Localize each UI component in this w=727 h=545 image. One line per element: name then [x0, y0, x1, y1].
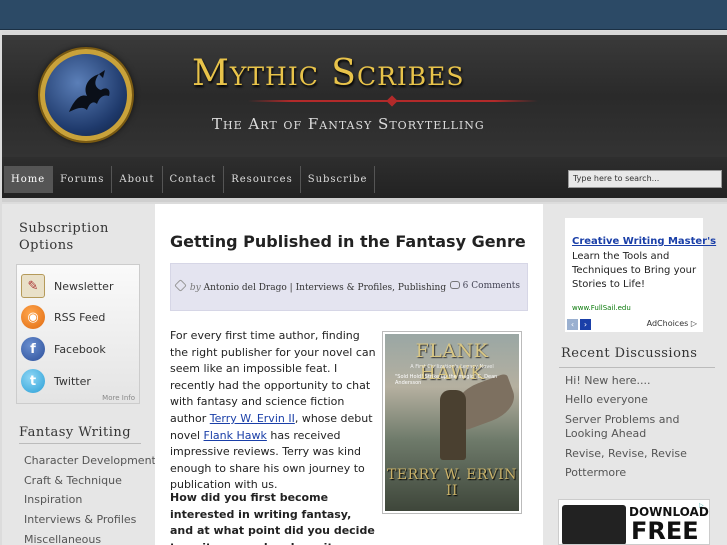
post-author-link[interactable]: Antonio del Drago: [204, 283, 287, 293]
twitter-icon: t: [21, 369, 45, 393]
twitter-label: Twitter: [54, 374, 91, 388]
book-author: TERRY W. ERVIN II: [387, 467, 517, 499]
subscribe-rss[interactable]: ◉ RSS Feed: [21, 304, 105, 330]
post-meta: by Antonio del Drago | Interviews & Prof…: [170, 263, 528, 311]
right-sidebar: Creative Writing Master's Learn the Tool…: [543, 204, 727, 545]
discussion-revise[interactable]: Revise, Revise, Revise: [565, 445, 717, 465]
ad-text: Learn the Tools and Techniques to Bring …: [572, 251, 697, 290]
nav-resources[interactable]: Resources: [224, 166, 301, 193]
adchoices-icon: ▷: [690, 319, 697, 328]
banner-line2: FREE: [631, 517, 699, 545]
more-info-link[interactable]: More Info: [102, 394, 135, 402]
recent-discussions-heading: Recent Discussions: [561, 346, 698, 361]
rss-label: RSS Feed: [54, 310, 106, 324]
category-character-development[interactable]: Character Development: [24, 451, 156, 471]
ad-prev-button[interactable]: ‹: [567, 319, 578, 330]
discussion-hello-everyone[interactable]: Hello everyone: [565, 392, 717, 412]
nav-forums[interactable]: Forums: [53, 166, 113, 193]
pencil-icon: [174, 279, 187, 292]
interview-question: How did you first become interested in w…: [170, 491, 375, 545]
ad-next-button[interactable]: ›: [580, 319, 591, 330]
sidebar-divider: [19, 443, 141, 444]
subscribe-twitter[interactable]: t Twitter: [21, 368, 91, 394]
post-body-text-1: For every first time author, finding the…: [170, 329, 376, 425]
facebook-label: Facebook: [54, 342, 106, 356]
recent-discussions-list: Hi! New here.... Hello everyone Server P…: [565, 372, 717, 484]
book-cover-image[interactable]: FLANK HAWK A First Civilization's Legacy…: [382, 331, 522, 514]
novel-link[interactable]: Flank Hawk: [204, 429, 267, 442]
adchoices-label: AdChoices: [646, 319, 689, 328]
nav-contact[interactable]: Contact: [163, 166, 225, 193]
category-interviews-profiles[interactable]: Interviews & Profiles: [24, 510, 156, 530]
dragon-icon: [69, 70, 110, 112]
category-miscellaneous[interactable]: Miscellaneous: [24, 530, 156, 545]
warrior-illustration: [440, 390, 466, 460]
top-bar: [0, 0, 727, 30]
nav-home[interactable]: Home: [4, 166, 54, 193]
comment-icon: [449, 281, 460, 289]
category-craft-technique[interactable]: Craft & Technique: [24, 471, 156, 491]
comments-link[interactable]: 6 Comments: [449, 281, 520, 291]
site-title[interactable]: Mythic Scribes: [192, 53, 465, 94]
post-body: For every first time author, finding the…: [170, 328, 376, 494]
facebook-icon: f: [21, 337, 45, 361]
adchoices-link[interactable]: AdChoices ▷: [647, 319, 697, 328]
nav-about[interactable]: About: [112, 166, 163, 193]
post-categories[interactable]: Interviews & Profiles, Publishing: [296, 283, 447, 293]
site-header: Mythic Scribes The Art of Fantasy Storyt…: [2, 31, 727, 157]
search-input[interactable]: Type here to search...: [568, 170, 722, 188]
book-subtitle: A First Civilization's Legacy Novel: [410, 364, 494, 370]
byline-by: by: [189, 283, 201, 293]
site-logo[interactable]: [40, 49, 132, 141]
subscription-heading: Subscription Options: [19, 221, 109, 253]
ad-info-icon[interactable]: ▷: [699, 502, 707, 510]
subscribe-facebook[interactable]: f Facebook: [21, 336, 106, 362]
tablet-illustration: [562, 505, 626, 544]
discussion-hi-new-here[interactable]: Hi! New here....: [565, 372, 717, 392]
left-sidebar: Subscription Options ✎ Newsletter ◉ RSS …: [2, 204, 156, 545]
newsletter-label: Newsletter: [54, 279, 114, 293]
comments-count: 6 Comments: [462, 281, 520, 291]
category-inspiration[interactable]: Inspiration: [24, 490, 156, 510]
title-divider-ornament: [386, 95, 398, 107]
site-tagline: The Art of Fantasy Storytelling: [212, 115, 485, 133]
subscription-box: ✎ Newsletter ◉ RSS Feed f Facebook t Twi…: [16, 264, 140, 404]
meta-separator: |: [289, 283, 293, 293]
post-byline: by Antonio del Drago | Interviews & Prof…: [174, 279, 447, 293]
main-content: Getting Published in the Fantasy Genre b…: [155, 204, 543, 545]
ad-title-link[interactable]: Creative Writing Master's: [572, 236, 716, 247]
discussion-pottermore[interactable]: Pottermore: [565, 465, 717, 485]
post-title[interactable]: Getting Published in the Fantasy Genre: [170, 232, 526, 251]
ad-url[interactable]: www.FullSail.edu: [572, 304, 631, 312]
rss-icon: ◉: [21, 305, 45, 329]
nav-subscribe[interactable]: Subscribe: [301, 166, 376, 193]
banner-ad[interactable]: DOWNLOAD A FREE ▷: [558, 499, 710, 545]
main-nav: Home Forums About Contact Resources Subs…: [2, 157, 727, 202]
ad-nav: ‹ ›: [567, 319, 591, 330]
author-link[interactable]: Terry W. Ervin II: [210, 412, 295, 425]
fantasy-writing-heading: Fantasy Writing: [19, 425, 132, 440]
subscribe-newsletter[interactable]: ✎ Newsletter: [21, 273, 113, 299]
book-quote: "Sold Hold! Strike up the magic" C. Dean…: [395, 374, 498, 386]
fantasy-writing-list: Character Development Craft & Technique …: [24, 451, 156, 545]
newsletter-icon: ✎: [21, 274, 45, 298]
recent-divider: [559, 367, 715, 368]
discussion-server-problems[interactable]: Server Problems and Looking Ahead: [565, 411, 717, 445]
text-ad[interactable]: Creative Writing Master's Learn the Tool…: [565, 218, 716, 332]
